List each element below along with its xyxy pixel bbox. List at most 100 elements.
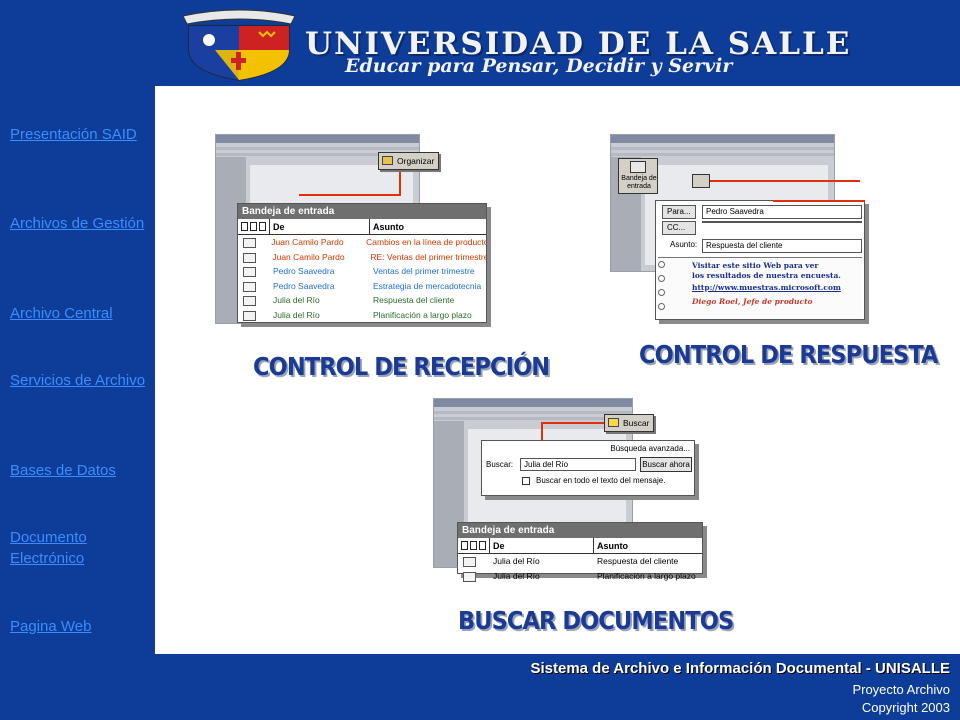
sidebar-nav: Presentación SAID Archivos de Gestión Ar…: [0, 86, 155, 656]
spiral-ring: [658, 303, 665, 310]
inbox-row[interactable]: Julia del Río Respuesta del cliente: [238, 293, 486, 308]
column-icons: [458, 538, 490, 553]
inbox-column-header: De Asunto: [238, 219, 486, 235]
fulltext-checkbox[interactable]: [522, 477, 530, 485]
buscar-callout: Buscar: [604, 414, 655, 432]
sidebar-link-archivo-central[interactable]: Archivo Central: [10, 303, 150, 324]
row-subject: Estrategia de mercadotecnia: [373, 280, 482, 291]
row-subject: RE: Ventas del primer trimestre: [370, 251, 487, 262]
envelope-icon: [238, 293, 270, 308]
column-asunto: Asunto: [597, 541, 628, 551]
search-input[interactable]: Julia del Río: [520, 458, 636, 471]
inbox-panel-title: Bandeja de entrada: [238, 204, 486, 219]
sidebar-link-documento-electronico[interactable]: Documento Electrónico: [10, 527, 150, 569]
row-sender: Pedro Saavedra: [273, 280, 335, 291]
spiral-ring: [658, 275, 665, 282]
inbox-panel-recepcion: Bandeja de entrada De Asunto Juan Camilo…: [237, 203, 487, 323]
envelope-icon: [238, 279, 270, 294]
row-sender: Julia del Río: [273, 309, 320, 320]
envelope-icon: [238, 308, 270, 323]
inbox-row[interactable]: Juan Camilo Pardo Cambios en la línea de …: [238, 235, 486, 250]
inbox-row[interactable]: Julia del Río Respuesta del cliente: [458, 554, 702, 569]
buscar-ahora-button[interactable]: Buscar ahora: [640, 457, 692, 472]
buscar-callout-label: Buscar: [623, 418, 650, 428]
organizar-label: Organizar: [397, 156, 435, 166]
asunto-label: Asunto:: [670, 240, 698, 249]
connector-line: [299, 194, 401, 196]
inbox-row[interactable]: Pedro Saavedra Ventas del primer trimestr…: [238, 264, 486, 279]
row-subject: Ventas del primer trimestre: [373, 266, 475, 276]
inbox-shortcut-icon: [630, 161, 646, 173]
inbox-row[interactable]: Pedro Saavedra Estrategia de mercadotecni…: [238, 279, 486, 294]
envelope-icon: [458, 554, 490, 569]
inbox-shortcut: Bandeja de entrada: [618, 158, 658, 194]
inbox-panel-title: Bandeja de entrada: [458, 523, 702, 538]
connector-line: [541, 422, 543, 440]
fulltext-checkbox-label: Buscar en todo el texto del mensaje.: [536, 476, 666, 485]
sidebar-link-servicios-de-archivo[interactable]: Servicios de Archivo: [10, 370, 150, 391]
row-sender: Juan Camilo Pardo: [271, 237, 344, 247]
row-sender: Julia del Río: [493, 556, 540, 566]
advanced-search-link[interactable]: Búsqueda avanzada...: [610, 443, 690, 455]
envelope-icon: [238, 235, 268, 250]
envelope-icon: [458, 569, 490, 584]
find-icon: [608, 418, 619, 427]
inbox-column-header: De Asunto: [458, 538, 702, 554]
university-crest-logo: [182, 9, 296, 81]
cc-field[interactable]: [702, 221, 862, 223]
column-de: De: [270, 219, 370, 234]
row-subject: Planificación a largo plazo: [373, 309, 472, 320]
row-subject: Respuesta del cliente: [597, 556, 679, 566]
para-button[interactable]: Para...: [662, 205, 696, 219]
column-asunto: Asunto: [373, 222, 404, 232]
inbox-panel-buscar: Bandeja de entrada De Asunto Julia del R…: [457, 522, 703, 582]
message-line: Visitar este sitio Web para ver: [692, 261, 819, 270]
inbox-shortcut-label: Bandeja de entrada: [621, 175, 657, 190]
compose-message-panel: Para... Pedro Saavedra CC... Asunto: Res…: [655, 200, 865, 320]
sidebar-link-archivos-de-gestion[interactable]: Archivos de Gestión: [10, 213, 150, 234]
asunto-field[interactable]: Respuesta del cliente: [702, 239, 862, 253]
row-sender: Julia del Río: [273, 295, 320, 305]
column-icons: [238, 219, 270, 234]
cc-button[interactable]: CC...: [662, 221, 696, 235]
organize-icon: [382, 156, 393, 165]
inbox-row[interactable]: Julia del Río Planificación a largo plazo: [458, 569, 702, 584]
search-label: Buscar:: [486, 460, 514, 469]
footer-project: Proyecto Archivo: [852, 682, 950, 697]
envelope-icon: [238, 264, 270, 279]
row-sender: Julia del Río: [493, 570, 540, 581]
footer: Sistema de Archivo e Información Documen…: [155, 654, 960, 720]
message-link[interactable]: http://www.muestras.microsoft.com: [692, 283, 841, 293]
message-line: los resultados de nuestra encuesta.: [692, 271, 841, 280]
spiral-ring: [658, 289, 665, 296]
header-banner: UNIVERSIDAD DE LA SALLE Educar para Pens…: [155, 0, 960, 86]
university-motto: Educar para Pensar, Decidir y Servir: [345, 55, 733, 77]
organizar-callout: Organizar: [378, 152, 440, 170]
sidebar-link-bases-de-datos[interactable]: Bases de Datos: [10, 460, 150, 481]
reply-icon: [692, 174, 710, 188]
footer-title: Sistema de Archivo e Información Documen…: [530, 660, 950, 677]
caption-control-recepcion: CONTROL DE RECEPCIÓN: [253, 352, 550, 381]
sidebar-link-presentacion-said[interactable]: Presentación SAID: [10, 124, 150, 145]
envelope-icon: [238, 250, 269, 265]
caption-buscar-documentos: BUSCAR DOCUMENTOS: [458, 606, 734, 635]
spiral-ring: [658, 261, 665, 268]
para-field[interactable]: Pedro Saavedra: [702, 205, 862, 219]
row-subject: Planificación a largo plazo: [597, 570, 696, 581]
search-panel: Búsqueda avanzada... Buscar: Julia del R…: [481, 440, 695, 496]
sidebar-link-pagina-web[interactable]: Pagina Web: [10, 616, 150, 637]
row-subject: Cambios en la línea de productos: [366, 237, 487, 247]
message-signature: Diego Roel, Jefe de producto: [692, 297, 813, 306]
caption-control-respuesta: CONTROL DE RESPUESTA: [639, 340, 938, 369]
row-subject: Respuesta del cliente: [373, 295, 455, 305]
inbox-row[interactable]: Julia del Río Planificación a largo plazo: [238, 308, 486, 323]
inbox-row[interactable]: Juan Camilo Pardo RE: Ventas del primer t…: [238, 250, 486, 265]
row-sender: Pedro Saavedra: [273, 266, 335, 276]
column-de: De: [490, 538, 594, 553]
connector-line: [773, 200, 865, 202]
footer-copyright: Copyright 2003: [861, 700, 950, 715]
inbox-rows: Julia del Río Respuesta del cliente Julia …: [458, 554, 702, 583]
main-content: Organizar Bandeja de entrada De Asunto J…: [155, 86, 960, 654]
row-sender: Juan Camilo Pardo: [272, 251, 345, 262]
connector-line: [710, 180, 860, 182]
